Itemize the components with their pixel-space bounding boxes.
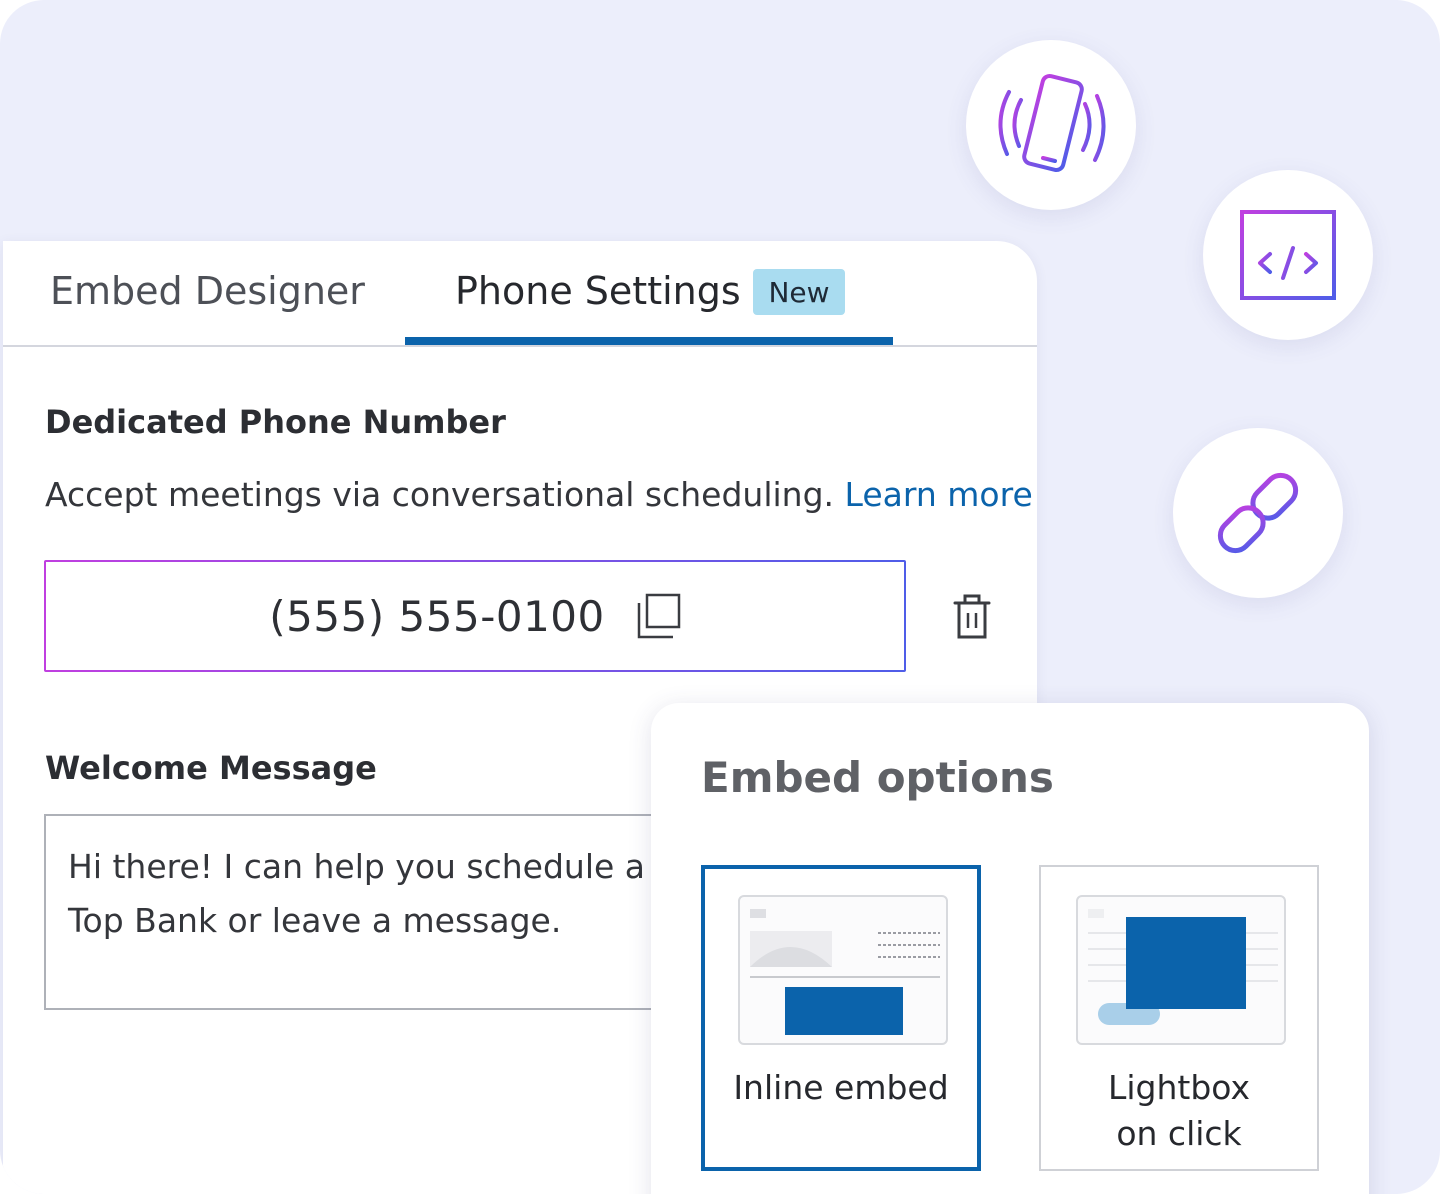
lightbox-label-line2: on click <box>1116 1114 1242 1153</box>
lightbox-illustration <box>1088 909 1278 1025</box>
embed-options-panel: Embed options Inline embed Lightbox on c… <box>651 703 1369 1194</box>
phone-description: Accept meetings via conversational sched… <box>45 475 1033 514</box>
embed-code-icon <box>1240 210 1336 300</box>
link-icon <box>1217 472 1299 554</box>
link-feature-bubble <box>1173 428 1343 598</box>
tab-embed-designer[interactable]: Embed Designer <box>50 269 365 313</box>
inline-embed-option[interactable]: Inline embed <box>701 865 981 1171</box>
embed-feature-bubble <box>1203 170 1373 340</box>
phone-number-value: (555) 555-0100 <box>269 591 605 641</box>
copy-icon[interactable] <box>635 593 681 639</box>
phone-vibrate-icon <box>998 73 1106 173</box>
inline-embed-thumbnail <box>738 895 948 1045</box>
tab-bar: Embed Designer Phone Settings New <box>3 241 1037 347</box>
lightbox-label-line1: Lightbox <box>1107 1068 1250 1107</box>
phone-number-field: (555) 555-0100 <box>44 560 906 672</box>
phone-description-text: Accept meetings via conversational sched… <box>45 475 835 514</box>
inline-embed-illustration <box>750 909 940 1035</box>
new-badge: New <box>753 269 845 315</box>
inline-embed-label: Inline embed <box>733 1068 949 1107</box>
tab-phone-settings[interactable]: Phone Settings <box>455 269 741 313</box>
welcome-message-title: Welcome Message <box>45 749 377 787</box>
dedicated-phone-title: Dedicated Phone Number <box>45 403 506 441</box>
app-frame: Embed Designer Phone Settings New Dedica… <box>0 0 1440 1194</box>
lightbox-label: Lightbox on click <box>1041 1065 1317 1157</box>
active-tab-indicator <box>405 337 893 345</box>
lightbox-option[interactable]: Lightbox on click <box>1039 865 1319 1171</box>
trash-icon[interactable] <box>951 593 993 641</box>
learn-more-link[interactable]: Learn more <box>845 475 1033 514</box>
phone-feature-bubble <box>966 40 1136 210</box>
embed-options-title: Embed options <box>701 753 1054 802</box>
lightbox-thumbnail <box>1076 895 1286 1045</box>
